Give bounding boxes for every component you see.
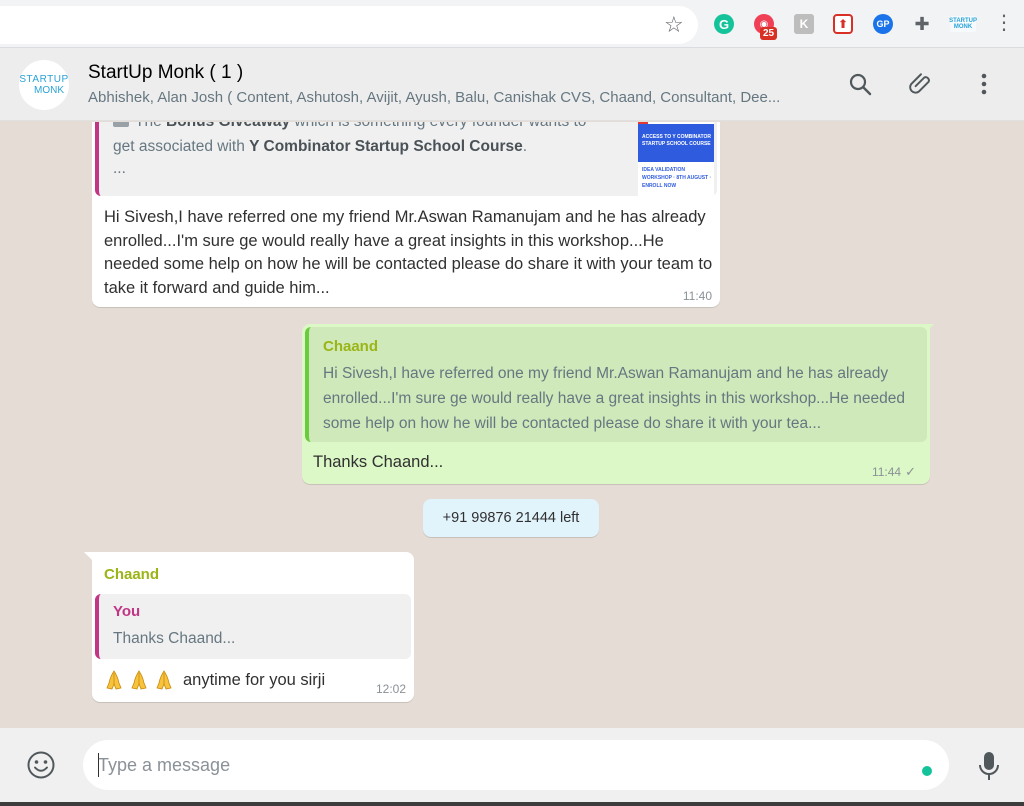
avatar-text: MONK	[34, 84, 64, 96]
quoted-image-thumbnail: ACCESS TO Y COMBINATOR STARTUP SCHOOL CO…	[638, 122, 714, 196]
quoted-text: The Bonus Giveaway which is something ev…	[113, 122, 586, 131]
quoted-text: Thanks Chaand...	[113, 630, 236, 647]
extensions-puzzle-icon[interactable]: ✚	[912, 14, 932, 34]
avatar-text: STARTUP	[19, 73, 69, 85]
message-bubble-outgoing[interactable]: Chaand Hi Sivesh,I have referred one my …	[302, 324, 930, 484]
message-text: Hi Sivesh,I have referred one my friend …	[104, 208, 713, 297]
folded-hands-icon	[106, 670, 122, 690]
sent-tick-icon: ✓	[905, 464, 916, 479]
extension-badge: 25	[760, 27, 778, 40]
group-members: Abhishek, Alan Josh ( Content, Ashutosh,…	[88, 89, 781, 106]
gp-extension-icon[interactable]: GP	[873, 14, 893, 34]
quoted-message[interactable]: You Thanks Chaand...	[95, 594, 411, 659]
message-bubble-incoming[interactable]: Chaand You Thanks Chaand... anytime for …	[92, 552, 414, 702]
quoted-author: Chaand	[323, 338, 379, 355]
menu-icon[interactable]	[970, 70, 998, 98]
search-icon[interactable]	[846, 70, 874, 98]
chat-header[interactable]: STARTUP MONK StartUp Monk ( 1 ) Abhishek…	[0, 48, 1024, 121]
quoted-message[interactable]: The Bonus Giveaway which is something ev…	[95, 122, 717, 196]
quoted-text: Hi Sivesh,I have referred one my friend …	[323, 365, 905, 432]
bookmark-star-icon[interactable]: ☆	[664, 12, 684, 38]
message-time: 11:44 ✓	[871, 464, 916, 479]
chat-area[interactable]: The Bonus Giveaway which is something ev…	[0, 122, 1024, 728]
grammarly-status-icon[interactable]	[922, 766, 932, 776]
quoted-message[interactable]: Chaand Hi Sivesh,I have referred one my …	[305, 327, 927, 442]
quoted-text: get associated with Y Combinator Startup…	[113, 138, 528, 155]
message-time: 11:40	[682, 289, 712, 303]
upload-extension-icon[interactable]: ⬆	[833, 14, 853, 34]
k-extension-icon[interactable]: K	[794, 14, 814, 34]
grammarly-extension-icon[interactable]: G	[714, 14, 734, 34]
folded-hands-icon	[131, 670, 147, 690]
message-author[interactable]: Chaand	[104, 566, 159, 583]
message-text: Thanks Chaand...	[313, 453, 444, 471]
message-input[interactable]	[83, 740, 949, 790]
thumbnail-text: ACCESS TO Y COMBINATOR STARTUP SCHOOL CO…	[638, 124, 714, 162]
quoted-author: You	[113, 603, 141, 620]
folded-hands-icon	[156, 670, 172, 690]
message-bubble-incoming[interactable]: The Bonus Giveaway which is something ev…	[92, 122, 720, 307]
group-name: StartUp Monk ( 1 )	[88, 62, 244, 83]
browser-toolbar: ☆ G ◉ 25 K ⬆ GP ✚ STARTUP MONK ⋮	[0, 0, 1024, 48]
microphone-icon[interactable]	[976, 750, 1002, 782]
system-message: +91 99876 21444 left	[423, 499, 599, 537]
group-avatar[interactable]: STARTUP MONK	[19, 60, 69, 110]
message-text-content: anytime for you sirji	[183, 670, 326, 689]
composer-bar	[0, 728, 1024, 806]
emoji-icon[interactable]	[26, 750, 56, 780]
attach-icon[interactable]	[907, 70, 935, 98]
camera-icon	[113, 122, 129, 127]
text-cursor	[98, 753, 99, 777]
message-time: 12:02	[375, 682, 406, 696]
message-text: anytime for you sirji	[104, 669, 325, 691]
address-bar[interactable]	[0, 6, 698, 44]
taskbar-edge	[0, 802, 1024, 806]
startup-monk-extension-icon[interactable]: STARTUP MONK	[949, 16, 977, 32]
browser-menu-icon[interactable]: ⋮	[994, 12, 1014, 34]
quoted-text: ...	[113, 160, 126, 177]
thumbnail-text: IDEA VALIDATION WORKSHOP · 8TH AUGUST · …	[642, 167, 712, 189]
